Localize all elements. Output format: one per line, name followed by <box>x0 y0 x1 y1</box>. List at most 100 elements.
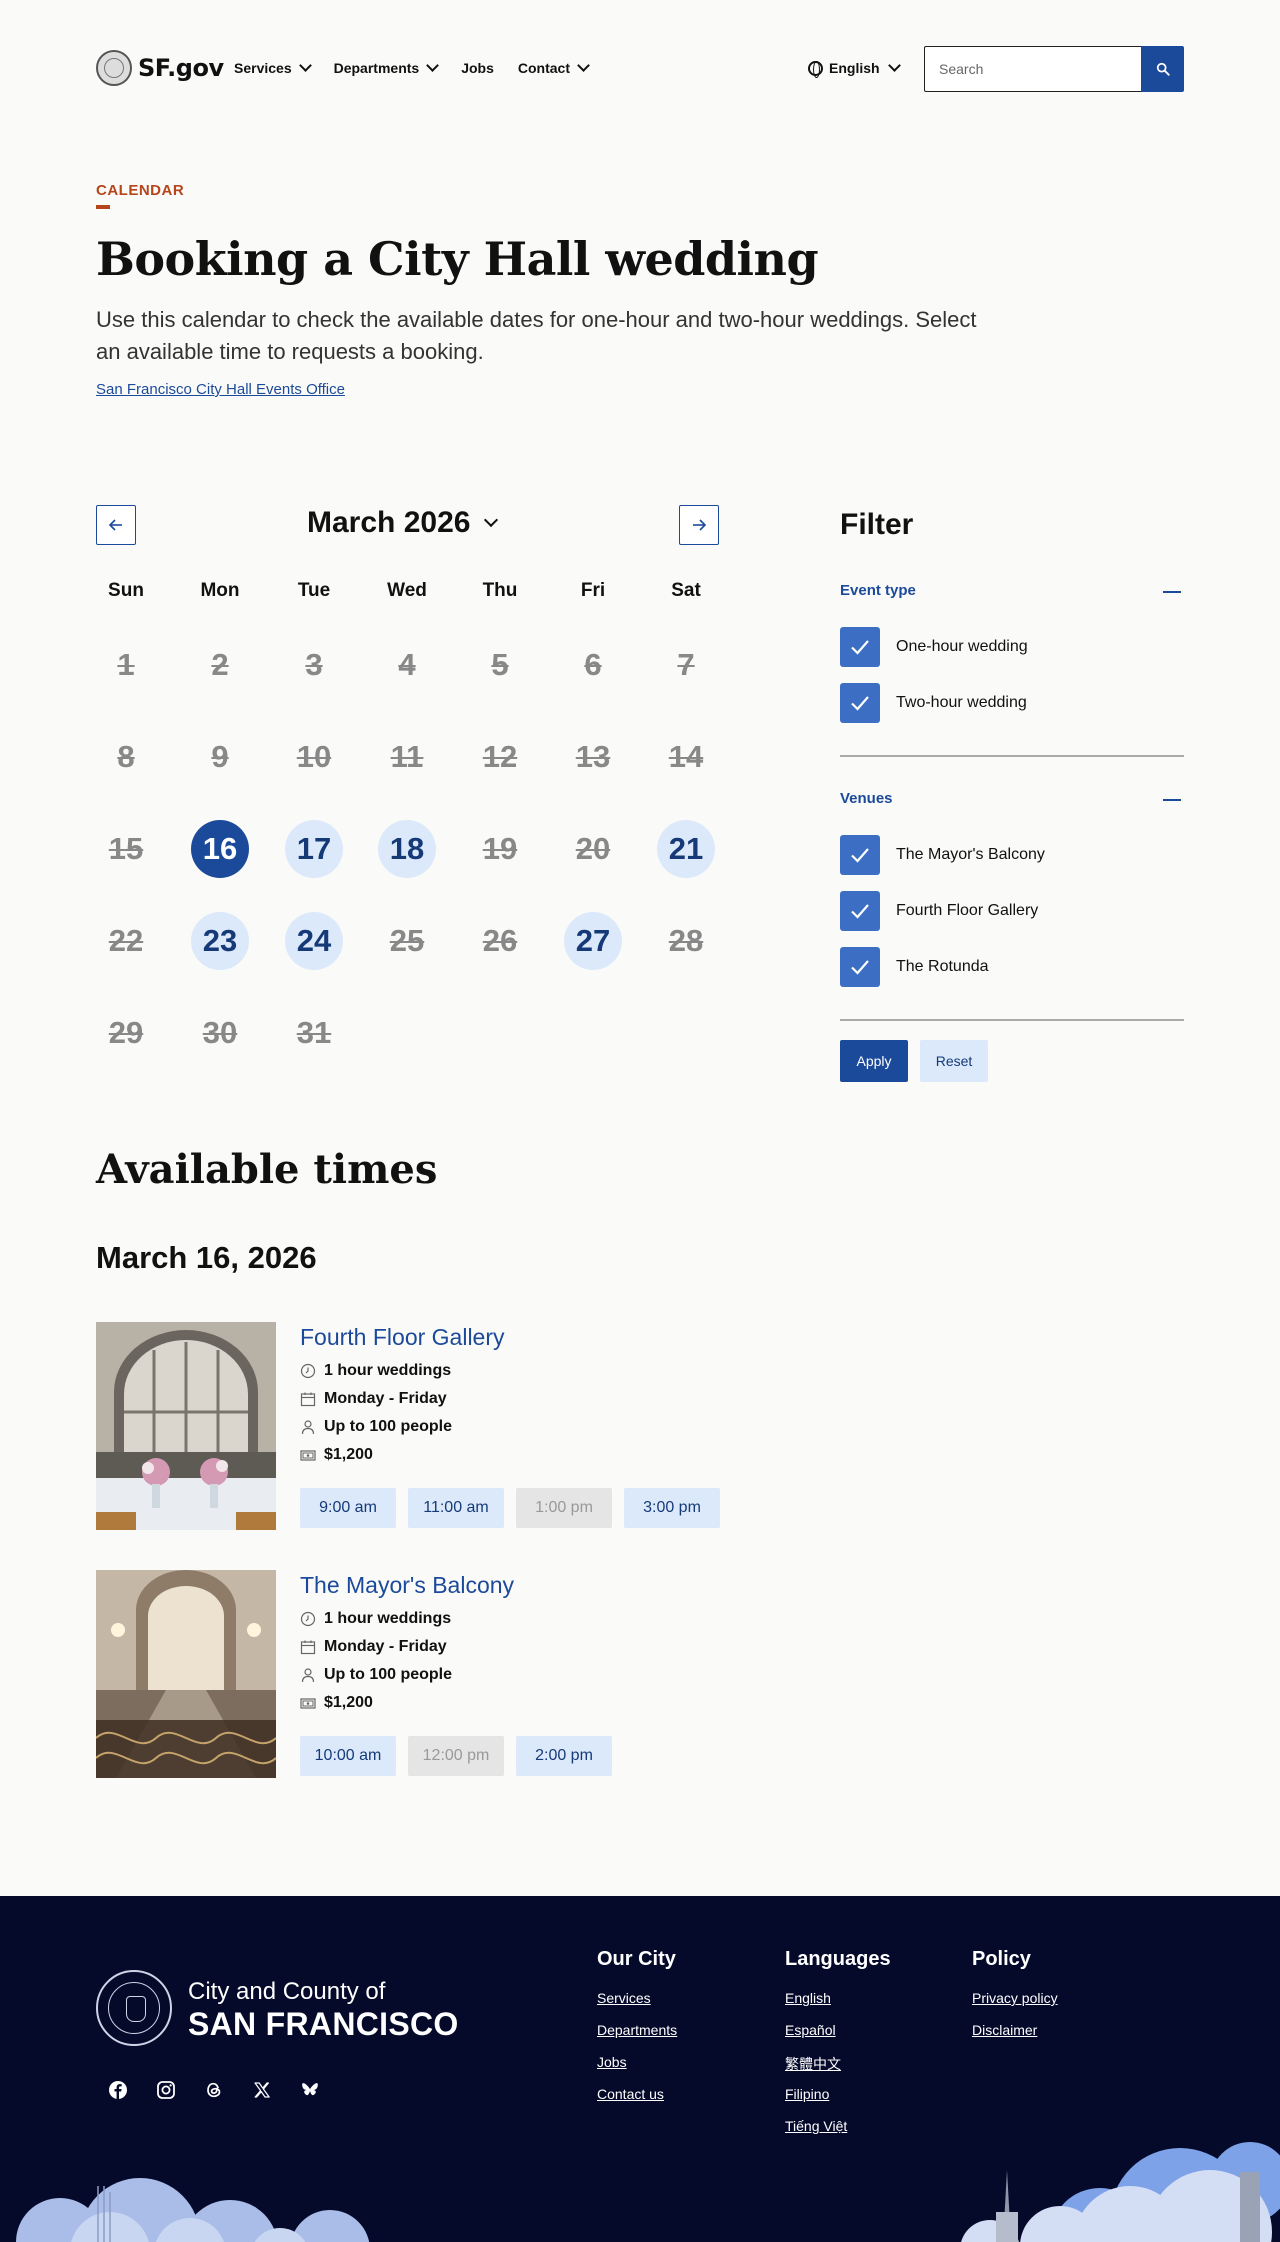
money-icon <box>300 1698 316 1709</box>
apply-button[interactable]: Apply <box>840 1040 908 1082</box>
x-icon[interactable] <box>248 2076 276 2104</box>
time-slot-button[interactable]: 2:00 pm <box>516 1736 612 1776</box>
footer-link[interactable]: Filipino <box>785 2086 829 2102</box>
filter-section-title[interactable]: Venues <box>840 790 893 807</box>
venue-price: $1,200 <box>300 1694 373 1712</box>
bluesky-icon[interactable] <box>296 2076 324 2104</box>
calendar-day-1: 1 <box>117 647 135 682</box>
calendar-day-16[interactable]: 16 <box>191 820 249 878</box>
person-icon <box>301 1668 315 1683</box>
footer-link[interactable]: Tiếng Việt <box>785 2118 847 2134</box>
calendar-day-24[interactable]: 24 <box>285 912 343 970</box>
filter-checkbox[interactable] <box>840 683 880 723</box>
nav-label: Departments <box>333 60 420 76</box>
time-slot-button[interactable]: 11:00 am <box>408 1488 504 1528</box>
venue-name-link[interactable]: Fourth Floor Gallery <box>300 1324 505 1351</box>
language-selector[interactable]: English <box>808 59 901 78</box>
site-header: SF.gov Services Departments Jobs Contact… <box>96 44 1184 94</box>
filter-option-label: Two-hour wedding <box>896 694 1027 711</box>
filter-section-title[interactable]: Event type <box>840 582 916 599</box>
calendar-day-6: 6 <box>584 647 602 682</box>
time-slot-button[interactable]: 3:00 pm <box>624 1488 720 1528</box>
footer-link[interactable]: Jobs <box>597 2054 627 2070</box>
venue-capacity: Up to 100 people <box>300 1418 452 1436</box>
calendar-day-29: 29 <box>108 1015 144 1050</box>
collapse-minus-icon[interactable] <box>1163 591 1181 593</box>
time-slot-button: 1:00 pm <box>516 1488 612 1528</box>
checkmark-icon <box>851 960 869 975</box>
calendar-day-11: 11 <box>390 739 424 774</box>
nav-jobs[interactable]: Jobs <box>461 60 494 76</box>
footer-link[interactable]: Disclaimer <box>972 2022 1037 2038</box>
main-nav: Services Departments Jobs Contact <box>234 59 590 76</box>
search-input[interactable] <box>924 46 1141 92</box>
page-description: Use this calendar to check the available… <box>96 307 977 364</box>
footer-link[interactable]: Departments <box>597 2022 677 2038</box>
calendar-day-27[interactable]: 27 <box>564 912 622 970</box>
search-button[interactable] <box>1141 46 1184 92</box>
reset-button[interactable]: Reset <box>920 1040 988 1082</box>
calendar-day-19: 19 <box>482 831 518 866</box>
collapse-minus-icon[interactable] <box>1163 799 1181 801</box>
threads-icon[interactable] <box>200 2076 228 2104</box>
footer-link[interactable]: Contact us <box>597 2086 664 2102</box>
calendar-day-26: 26 <box>482 923 518 958</box>
filter-option-label: The Rotunda <box>896 958 989 975</box>
instagram-icon[interactable] <box>152 2076 180 2104</box>
nav-contact[interactable]: Contact <box>517 59 590 76</box>
venue-days-text: Monday - Friday <box>324 1638 447 1655</box>
month-selector[interactable]: March 2026 <box>307 506 499 540</box>
sfgov-logo[interactable]: SF.gov <box>96 50 224 86</box>
venue-days: Monday - Friday <box>300 1638 447 1656</box>
chevron-down-icon <box>298 59 312 72</box>
calendar-day-23[interactable]: 23 <box>191 912 249 970</box>
footer-link[interactable]: Privacy policy <box>972 1990 1058 2006</box>
nav-services[interactable]: Services <box>234 59 312 76</box>
previous-month-button[interactable] <box>96 505 136 545</box>
calendar-day-5: 5 <box>491 647 509 682</box>
footer-link[interactable]: English <box>785 1990 831 2006</box>
events-office-link[interactable]: San Francisco City Hall Events Office <box>96 381 345 398</box>
filter-option-label: The Mayor's Balcony <box>896 846 1045 863</box>
calendar-day-18[interactable]: 18 <box>378 820 436 878</box>
calendar-day-28: 28 <box>668 923 704 958</box>
checkmark-icon <box>851 696 869 711</box>
footer-link[interactable]: Services <box>597 1990 651 2006</box>
venue-price: $1,200 <box>300 1446 373 1464</box>
venue-name-link[interactable]: The Mayor's Balcony <box>300 1572 514 1599</box>
filter-checkbox[interactable] <box>840 947 880 987</box>
checkmark-icon <box>851 640 869 655</box>
calendar-day-2: 2 <box>211 647 229 682</box>
venue-capacity-text: Up to 100 people <box>324 1418 453 1435</box>
filter-divider <box>840 755 1184 757</box>
footer-link[interactable]: 繁體中文 <box>785 2054 841 2074</box>
time-slot-button[interactable]: 9:00 am <box>300 1488 396 1528</box>
month-label: March 2026 <box>307 506 471 539</box>
calendar-day-31: 31 <box>296 1015 332 1050</box>
calendar-day-21[interactable]: 21 <box>657 820 715 878</box>
filter-checkbox[interactable] <box>840 891 880 931</box>
filter-checkbox[interactable] <box>840 835 880 875</box>
time-slot-button[interactable]: 10:00 am <box>300 1736 396 1776</box>
calendar-day-17[interactable]: 17 <box>285 820 343 878</box>
weekday-label: Wed <box>387 580 427 601</box>
next-month-button[interactable] <box>679 505 719 545</box>
checkmark-icon <box>851 904 869 919</box>
nav-departments[interactable]: Departments <box>333 59 440 76</box>
arrow-left-icon <box>108 519 122 531</box>
language-label: English <box>829 60 880 76</box>
search-box <box>924 46 1184 92</box>
time-slot-button: 12:00 pm <box>408 1736 504 1776</box>
page: SF.gov Services Departments Jobs Contact… <box>0 0 1280 2242</box>
footer-link[interactable]: Español <box>785 2022 836 2038</box>
facebook-icon[interactable] <box>104 2076 132 2104</box>
chevron-down-icon <box>426 59 440 72</box>
venue-duration: 1 hour weddings <box>300 1362 451 1380</box>
nav-label: Contact <box>517 60 571 76</box>
filter-checkbox[interactable] <box>840 627 880 667</box>
venue-capacity: Up to 100 people <box>300 1666 452 1684</box>
search-icon <box>1156 62 1170 76</box>
venue-duration-text: 1 hour weddings <box>324 1362 452 1379</box>
venue-price-text: $1,200 <box>324 1694 373 1711</box>
calendar-icon <box>300 1640 316 1655</box>
